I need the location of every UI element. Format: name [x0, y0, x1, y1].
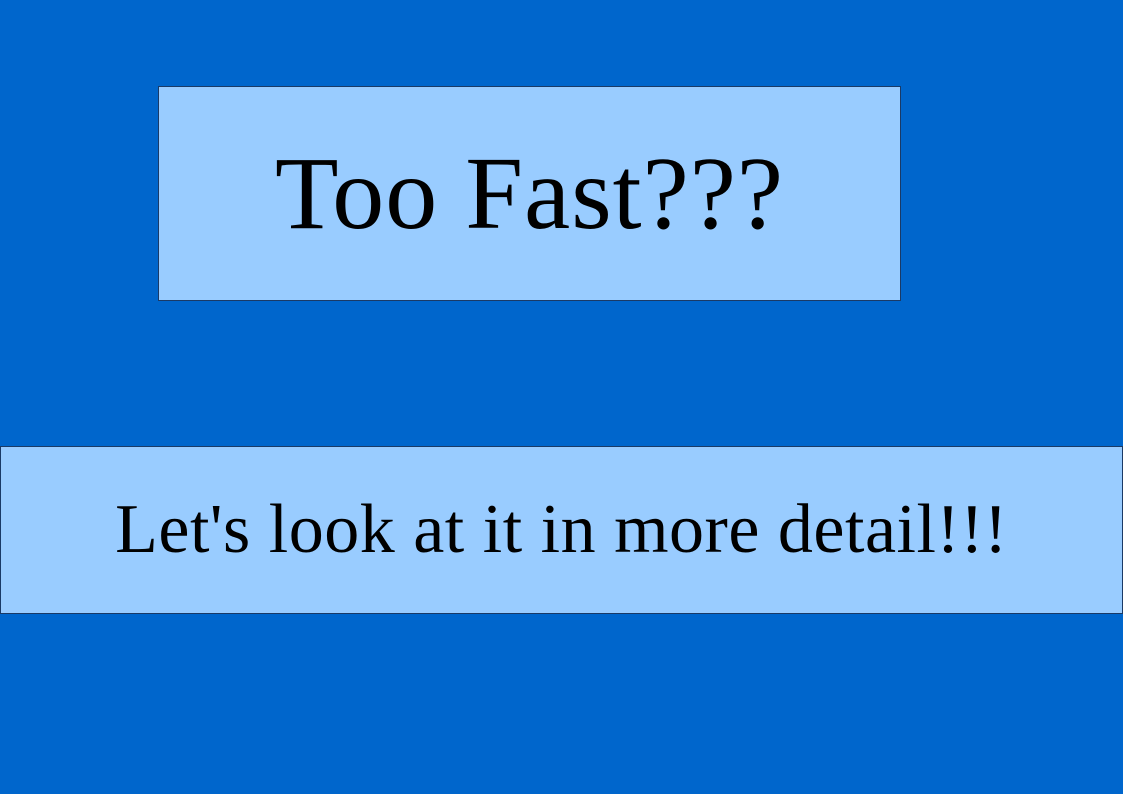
slide-title: Too Fast???	[274, 135, 785, 251]
title-box: Too Fast???	[158, 86, 901, 301]
slide-subtitle: Let's look at it in more detail!!!	[115, 491, 1008, 568]
slide: Too Fast??? Let's look at it in more det…	[0, 0, 1123, 794]
subtitle-box: Let's look at it in more detail!!!	[0, 446, 1123, 614]
